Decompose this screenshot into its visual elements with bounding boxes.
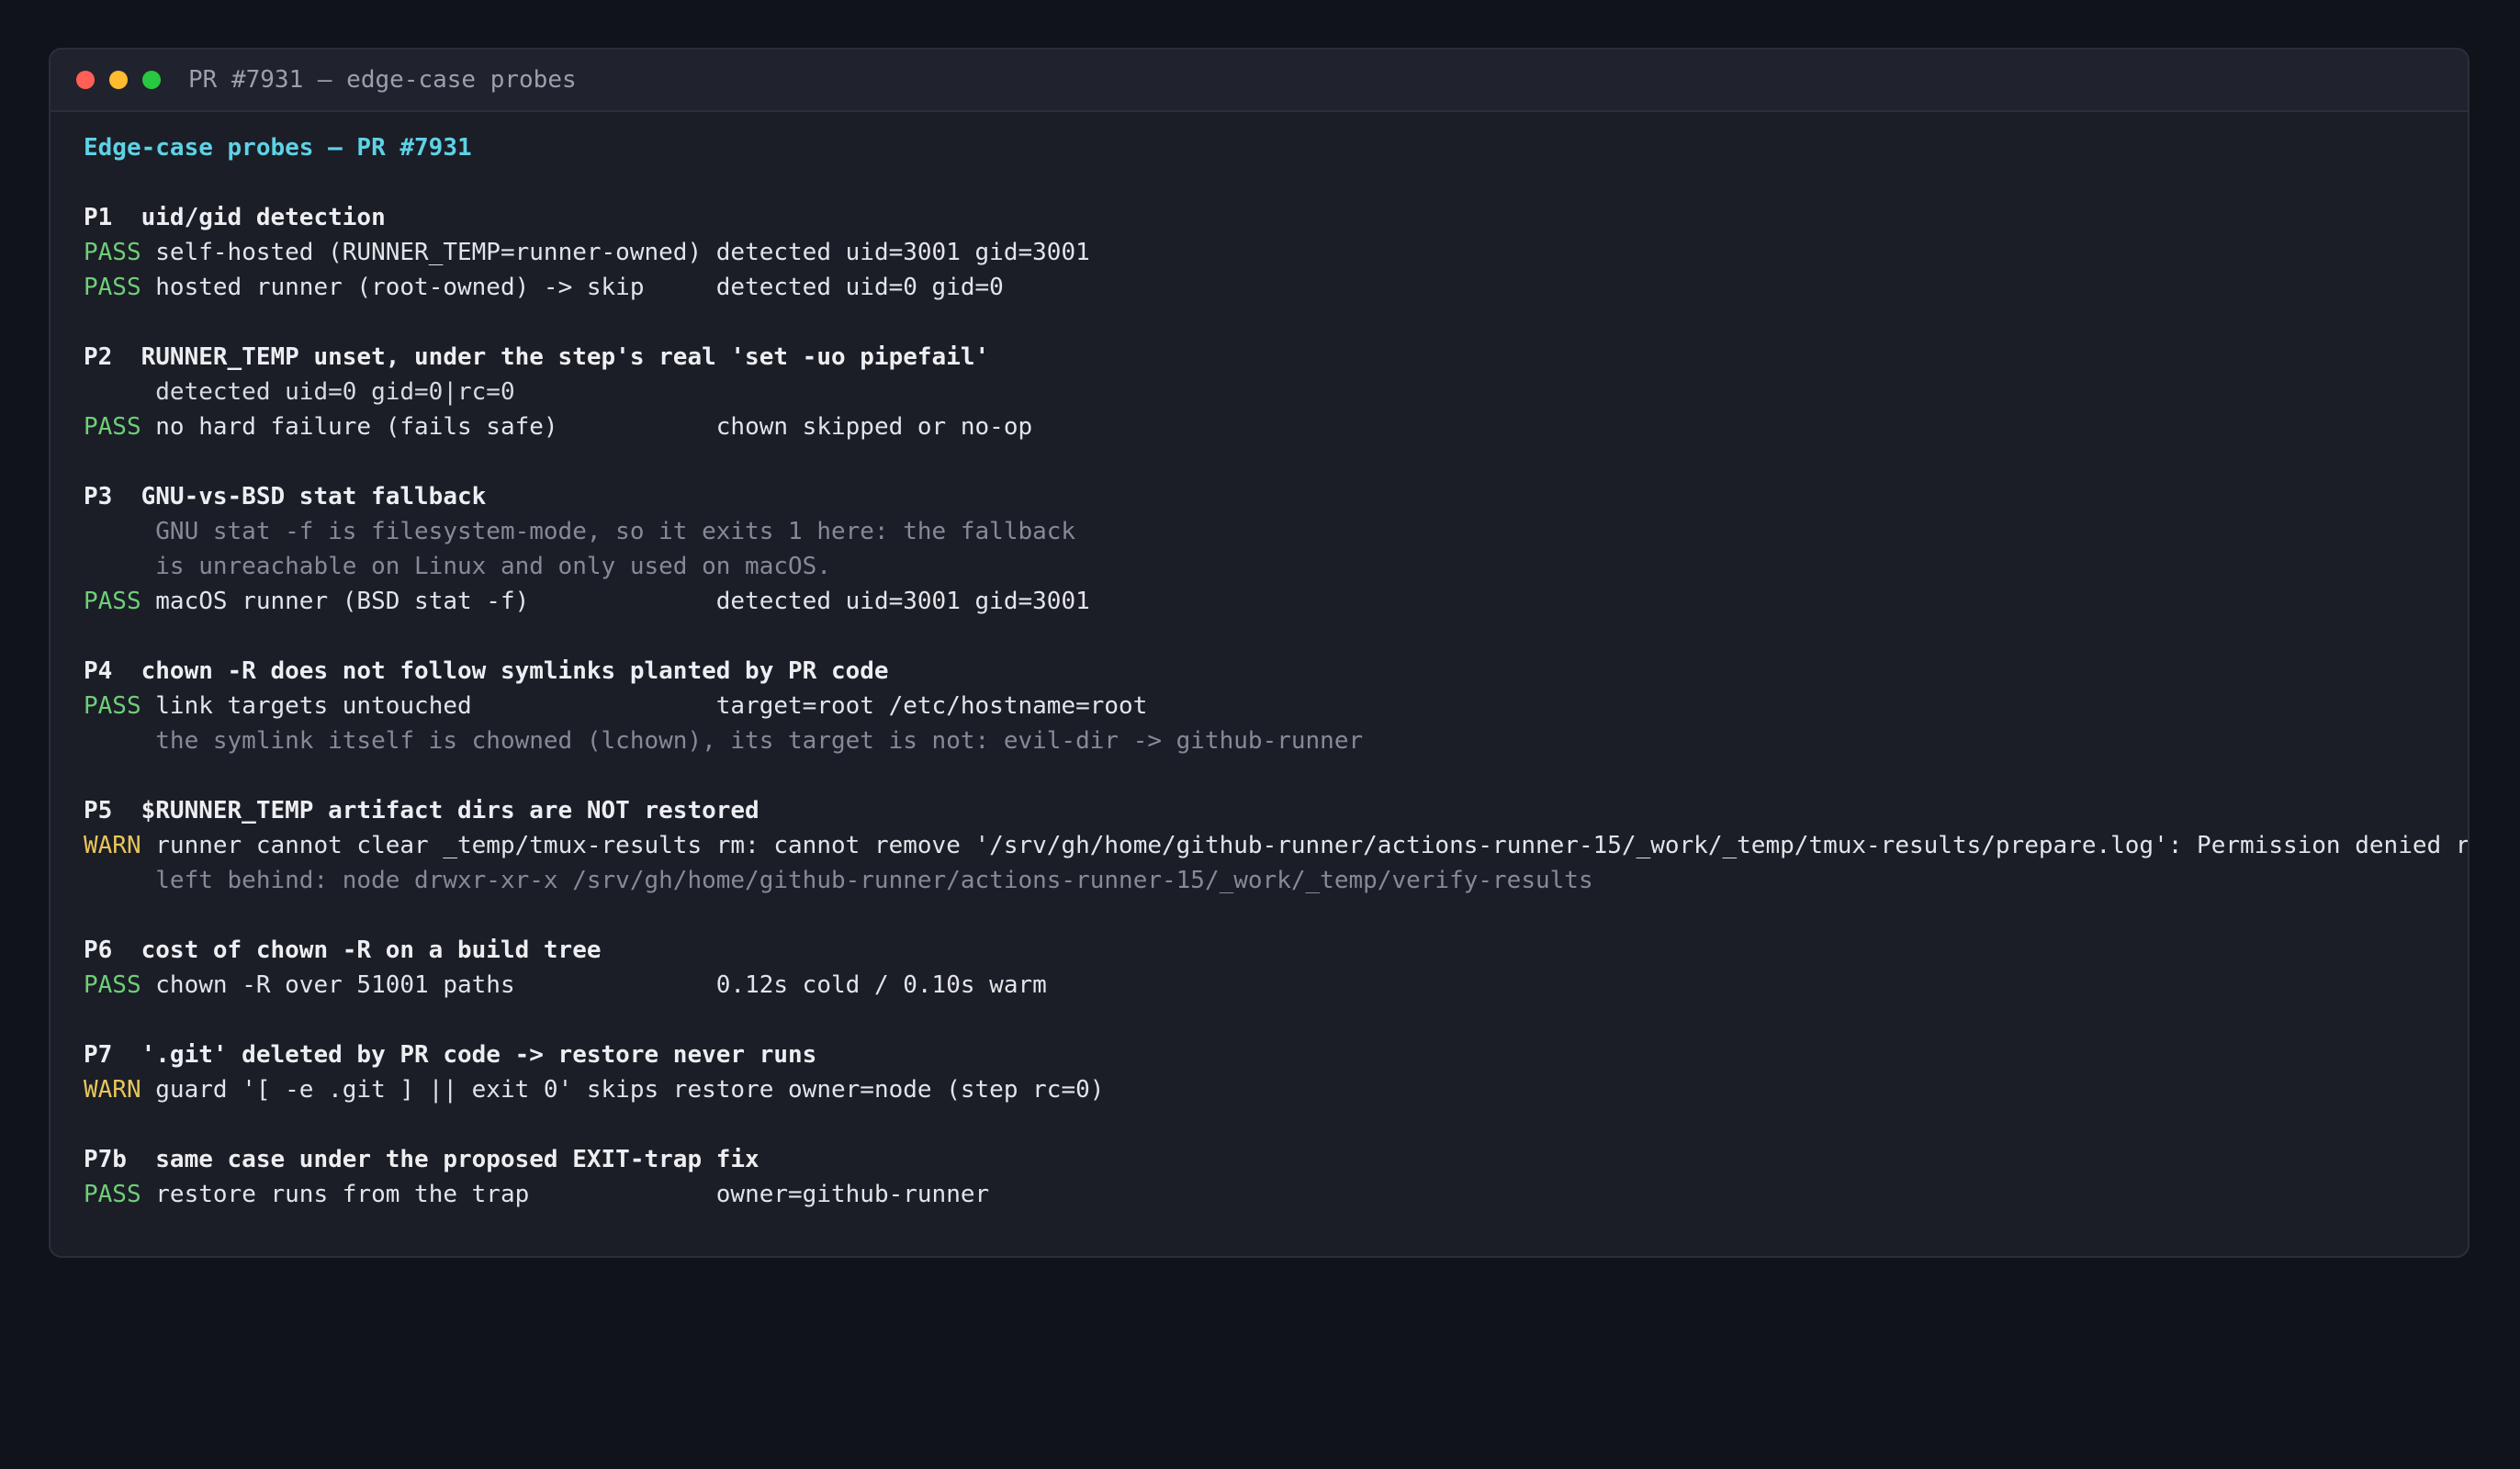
- report-heading: Edge-case probes — PR #7931: [84, 134, 472, 162]
- window-title: PR #7931 — edge-case probes: [188, 66, 577, 94]
- probe-p6-title: P6 cost of chown -R on a build tree: [84, 936, 602, 964]
- pass-status: PASS: [84, 692, 141, 720]
- probe-p7-result-1: WARN guard '[ -e .git ] || exit 0' skips…: [84, 1072, 2449, 1107]
- probe-p5-note-1: left behind: node drwxr-xr-x /srv/gh/hom…: [84, 867, 1593, 894]
- result-text: macOS runner (BSD stat -f) detected uid=…: [141, 588, 1090, 615]
- result-text: restore runs from the trap owner=github-…: [141, 1181, 990, 1208]
- probe-p4-title: P4 chown -R does not follow symlinks pla…: [84, 657, 889, 685]
- close-window-button[interactable]: [76, 71, 95, 89]
- pass-status: PASS: [84, 239, 141, 266]
- pass-status: PASS: [84, 971, 141, 999]
- pass-status: PASS: [84, 1181, 141, 1208]
- warn-status: WARN: [84, 1076, 141, 1104]
- probe-p2-detail: detected uid=0 gid=0|rc=0: [84, 378, 515, 406]
- probe-p2-result-1: PASS no hard failure (fails safe) chown …: [84, 409, 2449, 444]
- probe-p1-title: P1 uid/gid detection: [84, 204, 386, 231]
- terminal-window: PR #7931 — edge-case probes Edge-case pr…: [49, 48, 2469, 1258]
- probe-p4-result-1: PASS link targets untouched target=root …: [84, 689, 2449, 723]
- pass-status: PASS: [84, 274, 141, 301]
- probe-p3-note-1: GNU stat -f is filesystem-mode, so it ex…: [84, 518, 1076, 545]
- pass-status: PASS: [84, 588, 141, 615]
- probe-p7-title: P7 '.git' deleted by PR code -> restore …: [84, 1041, 817, 1069]
- result-text: no hard failure (fails safe) chown skipp…: [141, 413, 1033, 441]
- probe-p5-title: P5 $RUNNER_TEMP artifact dirs are NOT re…: [84, 797, 759, 824]
- result-text: self-hosted (RUNNER_TEMP=runner-owned) d…: [141, 239, 1090, 266]
- result-text: chown -R over 51001 paths 0.12s cold / 0…: [141, 971, 1047, 999]
- warn-status: WARN: [84, 832, 141, 859]
- result-text: guard '[ -e .git ] || exit 0' skips rest…: [141, 1076, 1105, 1104]
- result-text: runner cannot clear _temp/tmux-results r…: [141, 832, 2469, 859]
- result-text: link targets untouched target=root /etc/…: [141, 692, 1148, 720]
- probe-p6-result-1: PASS chown -R over 51001 paths 0.12s col…: [84, 968, 2449, 1003]
- probe-p1-result-2: PASS hosted runner (root-owned) -> skip …: [84, 270, 2449, 305]
- zoom-window-button[interactable]: [142, 71, 161, 89]
- probe-p2-title: P2 RUNNER_TEMP unset, under the step's r…: [84, 343, 990, 371]
- probe-p3-result-1: PASS macOS runner (BSD stat -f) detected…: [84, 584, 2449, 619]
- probe-p1-result-1: PASS self-hosted (RUNNER_TEMP=runner-own…: [84, 235, 2449, 270]
- probe-p7b-result-1: PASS restore runs from the trap owner=gi…: [84, 1177, 2449, 1212]
- pass-status: PASS: [84, 413, 141, 441]
- probe-p4-note-1: the symlink itself is chowned (lchown), …: [84, 727, 1364, 755]
- probe-p3-note-2: is unreachable on Linux and only used on…: [84, 553, 831, 580]
- title-bar: PR #7931 — edge-case probes: [51, 50, 2468, 112]
- probe-p7b-title: P7b same case under the proposed EXIT-tr…: [84, 1146, 759, 1173]
- probe-p5-result-1: WARN runner cannot clear _temp/tmux-resu…: [84, 828, 2468, 863]
- result-text: hosted runner (root-owned) -> skip detec…: [141, 274, 1004, 301]
- terminal-output: Edge-case probes — PR #7931 P1 uid/gid d…: [84, 130, 2468, 1212]
- probe-p3-title: P3 GNU-vs-BSD stat fallback: [84, 483, 487, 510]
- minimize-window-button[interactable]: [109, 71, 128, 89]
